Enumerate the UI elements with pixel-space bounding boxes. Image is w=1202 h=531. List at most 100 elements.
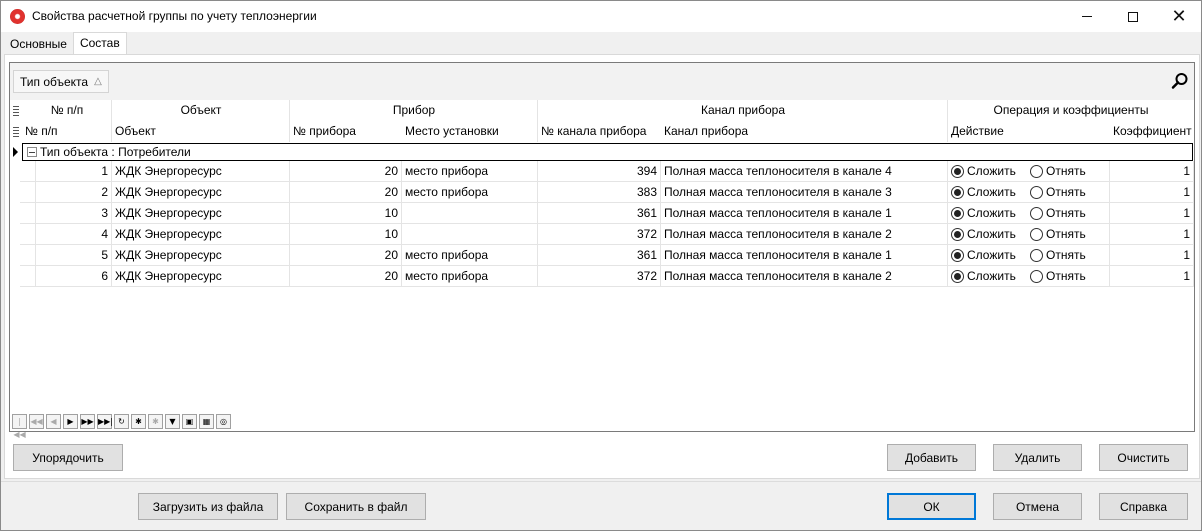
radio-add[interactable]: Сложить	[951, 245, 1030, 265]
group-row-box[interactable]: Тип объекта : Потребители	[22, 143, 1193, 161]
collapse-icon[interactable]	[27, 147, 37, 157]
cell-object[interactable]: ЖДК Энергоресурс	[112, 203, 290, 224]
delete-button[interactable]: Удалить	[993, 444, 1082, 471]
cell-num[interactable]: 4	[36, 224, 112, 245]
maximize-button[interactable]	[1110, 1, 1156, 32]
add-button[interactable]: Добавить	[887, 444, 976, 471]
cell-location[interactable]: место прибора	[402, 245, 538, 266]
cancel-button[interactable]: Отмена	[993, 493, 1082, 520]
cell-location[interactable]: место прибора	[402, 182, 538, 203]
cell-device-no[interactable]: 20	[290, 266, 402, 287]
radio-button-icon[interactable]	[951, 185, 964, 199]
col-location[interactable]: Место установки	[402, 121, 538, 142]
tab-composition[interactable]: Состав	[72, 32, 127, 55]
radio-subtract[interactable]: Отнять	[1030, 182, 1100, 202]
filter-icon[interactable]: ▼	[165, 414, 180, 429]
radio-add[interactable]: Сложить	[951, 224, 1030, 244]
cell-location[interactable]: место прибора	[402, 161, 538, 182]
cell-channel[interactable]: Полная масса теплоносителя в канале 2	[661, 266, 948, 287]
radio-subtract[interactable]: Отнять	[1030, 245, 1100, 265]
first-page-icon[interactable]: |◀◀	[12, 414, 27, 439]
delete-icon[interactable]: ✱	[148, 414, 163, 429]
row-gutter[interactable]	[20, 224, 36, 245]
cell-channel-no[interactable]: 394	[538, 161, 661, 182]
radio-add[interactable]: Сложить	[951, 161, 1030, 181]
cell-channel-no[interactable]: 361	[538, 245, 661, 266]
radio-button-icon[interactable]	[951, 227, 964, 241]
radio-button-icon[interactable]	[951, 269, 964, 283]
search-button[interactable]	[1167, 68, 1193, 94]
row-gutter[interactable]	[20, 245, 36, 266]
cell-num[interactable]: 2	[36, 182, 112, 203]
radio-subtract[interactable]: Отнять	[1030, 161, 1100, 181]
col-device-no[interactable]: № прибора	[290, 121, 402, 142]
save-to-file-button[interactable]: Сохранить в файл	[286, 493, 426, 520]
cell-channel[interactable]: Полная масса теплоносителя в канале 4	[661, 161, 948, 182]
find-icon[interactable]: ◎	[216, 414, 231, 429]
radio-add[interactable]: Сложить	[951, 203, 1030, 223]
cell-location[interactable]	[402, 224, 538, 245]
table-row[interactable]: 3 ЖДК Энергоресурс 10 361 Полная масса тепло…	[10, 203, 1194, 224]
band-num[interactable]: № п/п	[22, 100, 112, 121]
table-row[interactable]: 6 ЖДК Энергоресурс 20 место прибора 372 Полна…	[10, 266, 1194, 287]
col-action[interactable]: Действие	[948, 121, 1110, 142]
radio-subtract[interactable]: Отнять	[1030, 203, 1100, 223]
prev-page-icon[interactable]: ◀◀	[29, 414, 44, 429]
cell-device-no[interactable]: 20	[290, 161, 402, 182]
cell-coef[interactable]: 1	[1110, 203, 1194, 224]
cell-channel[interactable]: Полная масса теплоносителя в канале 1	[661, 245, 948, 266]
cell-channel-no[interactable]: 361	[538, 203, 661, 224]
refresh-icon[interactable]: ↻	[114, 414, 129, 429]
col-num[interactable]: № п/п	[22, 121, 112, 142]
cell-device-no[interactable]: 10	[290, 203, 402, 224]
radio-button-icon[interactable]	[1030, 227, 1043, 241]
next-page-icon[interactable]: ▶▶	[80, 414, 95, 429]
row-gutter[interactable]	[20, 266, 36, 287]
load-from-file-button[interactable]: Загрузить из файла	[138, 493, 278, 520]
radio-button-icon[interactable]	[951, 164, 964, 178]
radio-button-icon[interactable]	[1030, 185, 1043, 199]
band-customize-icon[interactable]	[13, 106, 19, 116]
close-button[interactable]: ✕	[1156, 1, 1202, 32]
row-gutter[interactable]	[20, 161, 36, 182]
group-chip-object-type[interactable]: Тип объекта △	[13, 70, 109, 93]
radio-button-icon[interactable]	[1030, 269, 1043, 283]
cell-device-no[interactable]: 10	[290, 224, 402, 245]
cell-num[interactable]: 1	[36, 161, 112, 182]
cell-num[interactable]: 5	[36, 245, 112, 266]
row-gutter[interactable]	[20, 182, 36, 203]
cell-object[interactable]: ЖДК Энергоресурс	[112, 224, 290, 245]
table-row[interactable]: 5 ЖДК Энергоресурс 20 место прибора 361 Полна…	[10, 245, 1194, 266]
table-row[interactable]: 4 ЖДК Энергоресурс 10 372 Полная масса тепло…	[10, 224, 1194, 245]
column-customize-icon[interactable]	[13, 127, 19, 137]
row-gutter[interactable]	[20, 203, 36, 224]
cell-channel-no[interactable]: 372	[538, 266, 661, 287]
band-device[interactable]: Прибор	[290, 100, 538, 121]
cell-object[interactable]: ЖДК Энергоресурс	[112, 182, 290, 203]
sort-button[interactable]: Упорядочить	[13, 444, 123, 471]
table-row[interactable]: 1 ЖДК Энергоресурс 20 место прибора 394 Полна…	[10, 161, 1194, 182]
cell-channel[interactable]: Полная масса теплоносителя в канале 1	[661, 203, 948, 224]
band-operation[interactable]: Операция и коэффициенты	[948, 100, 1194, 121]
cell-coef[interactable]: 1	[1110, 161, 1194, 182]
ok-button[interactable]: ОК	[887, 493, 976, 520]
col-object[interactable]: Объект	[112, 121, 290, 142]
cell-num[interactable]: 6	[36, 266, 112, 287]
radio-button-icon[interactable]	[1030, 248, 1043, 262]
radio-add[interactable]: Сложить	[951, 182, 1030, 202]
col-coef[interactable]: Коэффициент	[1110, 121, 1194, 142]
radio-subtract[interactable]: Отнять	[1030, 266, 1100, 286]
insert-icon[interactable]: ✱	[131, 414, 146, 429]
tab-main[interactable]: Основные	[4, 34, 73, 55]
band-channel[interactable]: Канал прибора	[538, 100, 948, 121]
cell-location[interactable]	[402, 203, 538, 224]
band-object[interactable]: Объект	[112, 100, 290, 121]
cell-coef[interactable]: 1	[1110, 245, 1194, 266]
cell-channel-no[interactable]: 372	[538, 224, 661, 245]
radio-button-icon[interactable]	[1030, 206, 1043, 220]
grid-settings-icon[interactable]: ▦	[199, 414, 214, 429]
radio-button-icon[interactable]	[951, 206, 964, 220]
cell-location[interactable]: место прибора	[402, 266, 538, 287]
cell-coef[interactable]: 1	[1110, 224, 1194, 245]
cell-channel-no[interactable]: 383	[538, 182, 661, 203]
